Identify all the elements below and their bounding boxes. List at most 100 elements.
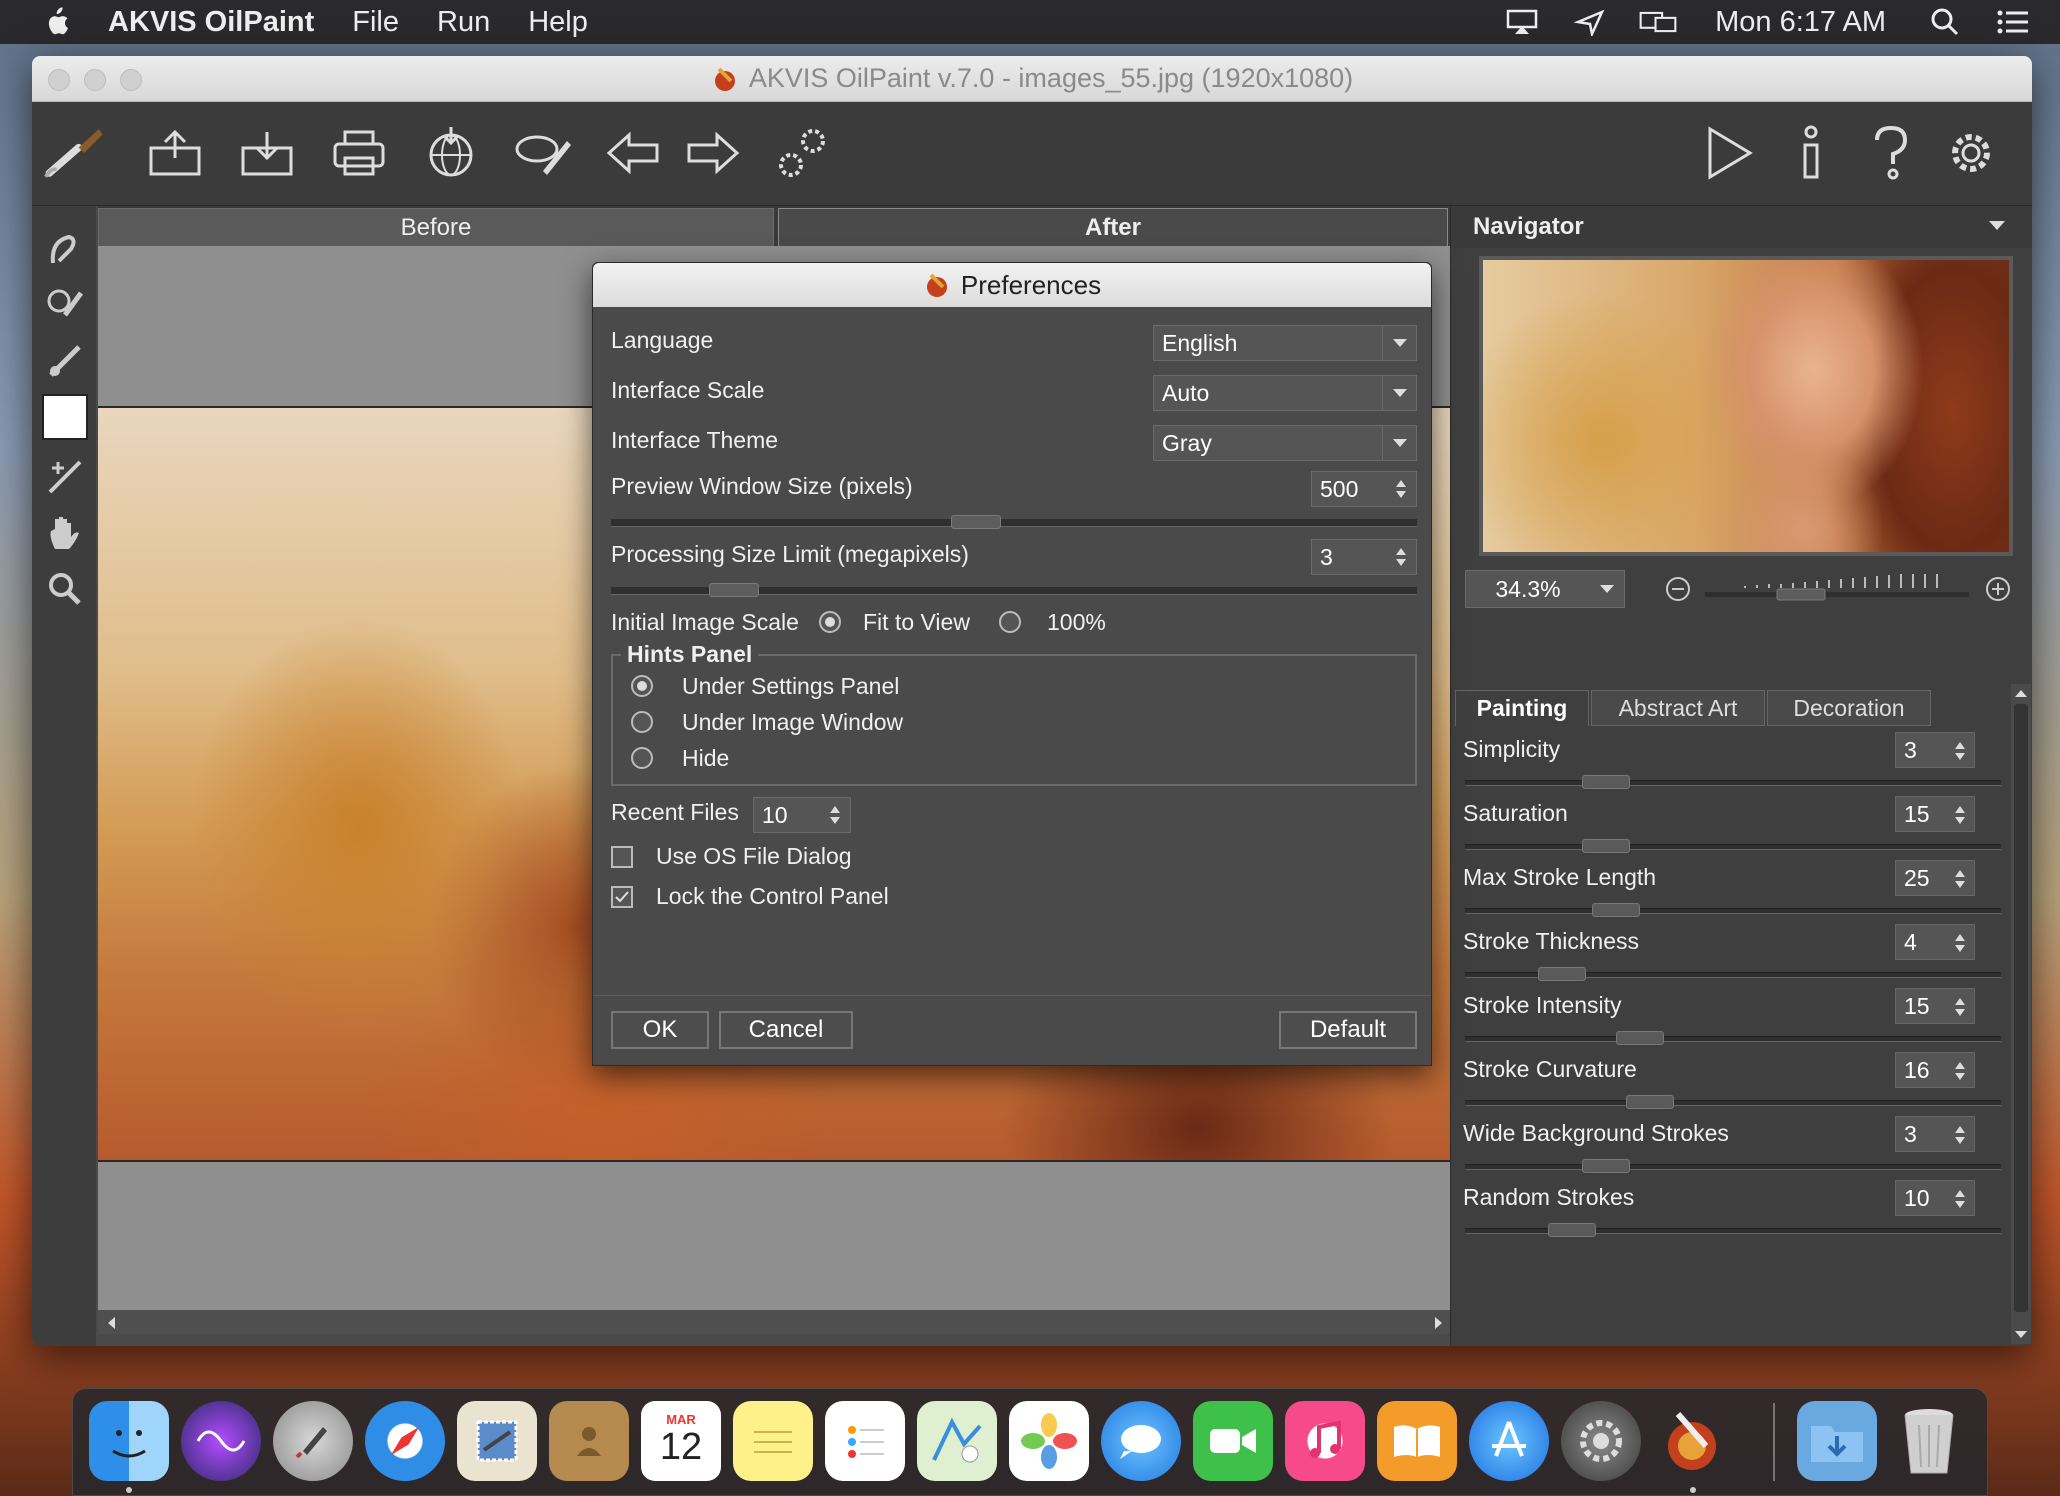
tab-abstract-art[interactable]: Abstract Art: [1591, 690, 1765, 726]
scale-100-radio[interactable]: [999, 611, 1021, 633]
save-file-icon[interactable]: [234, 120, 300, 186]
hints-under-settings-label[interactable]: Under Settings Panel: [682, 673, 899, 700]
help-question-icon[interactable]: [1858, 120, 1924, 186]
interface-scale-select[interactable]: Auto: [1153, 375, 1417, 411]
downloads-folder-icon[interactable]: [1797, 1401, 1877, 1481]
use-os-dialog-checkbox[interactable]: [611, 846, 633, 868]
fit-to-view-label[interactable]: Fit to View: [863, 609, 970, 636]
facetime-icon[interactable]: [1193, 1401, 1273, 1481]
menu-run[interactable]: Run: [437, 6, 490, 39]
history-brush-icon[interactable]: [42, 454, 88, 500]
interface-theme-select[interactable]: Gray: [1153, 425, 1417, 461]
processing-limit-slider[interactable]: [611, 583, 1417, 597]
param-slider-thumb[interactable]: [1616, 1031, 1664, 1045]
param-slider-thumb[interactable]: [1592, 903, 1640, 917]
hints-under-image-radio[interactable]: [631, 711, 653, 733]
lock-panel-checkbox[interactable]: [611, 886, 633, 908]
param-slider-thumb[interactable]: [1548, 1223, 1596, 1237]
akvis-oilpaint-dock-icon[interactable]: [1653, 1401, 1733, 1481]
calendar-icon[interactable]: MAR 12: [641, 1401, 721, 1481]
mail-stamp-icon[interactable]: [457, 1401, 537, 1481]
display-mirror-icon[interactable]: [1503, 7, 1541, 37]
itunes-music-icon[interactable]: [1285, 1401, 1365, 1481]
cancel-button[interactable]: Cancel: [719, 1011, 853, 1049]
param-slider[interactable]: [1465, 967, 2001, 981]
param-slider-thumb[interactable]: [1582, 775, 1630, 789]
param-slider-thumb[interactable]: [1626, 1095, 1674, 1109]
app-store-icon[interactable]: [1469, 1401, 1549, 1481]
tab-after[interactable]: After: [778, 208, 1448, 246]
hints-hide-label[interactable]: Hide: [682, 745, 729, 772]
location-icon[interactable]: [1571, 7, 1609, 37]
menubar-clock[interactable]: Mon 6:17 AM: [1715, 6, 1886, 39]
screens-icon[interactable]: [1639, 7, 1677, 37]
settings-gear-icon[interactable]: [1938, 120, 2004, 186]
menu-file[interactable]: File: [352, 6, 399, 39]
paint-brush-icon[interactable]: [42, 338, 88, 384]
processing-limit-slider-thumb[interactable]: [709, 583, 759, 597]
safari-compass-icon[interactable]: [365, 1401, 445, 1481]
stepper-arrows-icon[interactable]: [1947, 1120, 1973, 1150]
open-file-icon[interactable]: [142, 120, 208, 186]
run-play-icon[interactable]: [1696, 120, 1762, 186]
preview-size-slider-thumb[interactable]: [951, 515, 1001, 529]
scroll-up-arrow-icon[interactable]: [2014, 688, 2028, 698]
notes-icon[interactable]: [733, 1401, 813, 1481]
param-slider[interactable]: [1465, 839, 2001, 853]
param-slider[interactable]: [1465, 1095, 2001, 1109]
app-name-menu[interactable]: AKVIS OilPaint: [108, 6, 314, 39]
recent-files-field[interactable]: 10: [753, 797, 851, 833]
zoom-tool-icon[interactable]: [42, 566, 88, 612]
print-icon[interactable]: [326, 120, 392, 186]
close-window-button[interactable]: [48, 69, 70, 91]
tab-decoration[interactable]: Decoration: [1767, 690, 1931, 726]
processing-limit-field[interactable]: 3: [1311, 539, 1417, 575]
settings-scroll-thumb[interactable]: [2014, 704, 2028, 1312]
navigator-header[interactable]: Navigator: [1451, 206, 2032, 248]
param-slider-thumb[interactable]: [1582, 1159, 1630, 1173]
param-slider[interactable]: [1465, 775, 2001, 789]
preview-size-field[interactable]: 500: [1311, 471, 1417, 507]
chevron-down-icon[interactable]: [1988, 220, 2006, 232]
param-slider[interactable]: [1465, 903, 2001, 917]
contacts-book-icon[interactable]: [549, 1401, 629, 1481]
reminders-icon[interactable]: [825, 1401, 905, 1481]
use-os-dialog-label[interactable]: Use OS File Dialog: [656, 843, 852, 870]
launchpad-rocket-icon[interactable]: [273, 1401, 353, 1481]
system-preferences-icon[interactable]: [1561, 1401, 1641, 1481]
stepper-arrows-icon[interactable]: [1947, 864, 1973, 894]
stepper-arrows-icon[interactable]: [1388, 540, 1414, 574]
stepper-arrows-icon[interactable]: [1388, 472, 1414, 506]
stepper-arrows-icon[interactable]: [1947, 1184, 1973, 1214]
redo-arrow-icon[interactable]: [680, 120, 746, 186]
default-button[interactable]: Default: [1279, 1011, 1417, 1049]
stepper-arrows-icon[interactable]: [1947, 800, 1973, 830]
ok-button[interactable]: OK: [611, 1011, 709, 1049]
stepper-arrows-icon[interactable]: [822, 798, 848, 832]
hints-under-settings-radio[interactable]: [631, 675, 653, 697]
tab-painting[interactable]: Painting: [1455, 690, 1589, 726]
minimize-window-button[interactable]: [84, 69, 106, 91]
batch-processing-icon[interactable]: [510, 120, 576, 186]
stepper-arrows-icon[interactable]: [1947, 928, 1973, 958]
preferences-titlebar[interactable]: Preferences: [593, 263, 1431, 307]
preview-size-slider[interactable]: [611, 515, 1417, 529]
photos-icon[interactable]: [1009, 1401, 1089, 1481]
fit-to-view-radio[interactable]: [819, 611, 841, 633]
hints-under-image-label[interactable]: Under Image Window: [682, 709, 903, 736]
hand-tool-icon[interactable]: [42, 510, 88, 556]
eraser-brush-icon[interactable]: [42, 282, 88, 328]
stepper-arrows-icon[interactable]: [1947, 992, 1973, 1022]
zoom-dropdown-button[interactable]: [1591, 571, 1623, 607]
param-slider[interactable]: [1465, 1031, 2001, 1045]
param-slider[interactable]: [1465, 1159, 2001, 1173]
hints-hide-radio[interactable]: [631, 747, 653, 769]
tab-before[interactable]: Before: [98, 208, 774, 246]
menu-help[interactable]: Help: [528, 6, 588, 39]
maps-icon[interactable]: [917, 1401, 997, 1481]
scroll-down-arrow-icon[interactable]: [2014, 1330, 2028, 1340]
share-web-icon[interactable]: [418, 120, 484, 186]
undo-arrow-icon[interactable]: [600, 120, 666, 186]
zoom-out-icon[interactable]: [1665, 576, 1691, 602]
scroll-right-arrow-icon[interactable]: [1434, 1316, 1444, 1330]
